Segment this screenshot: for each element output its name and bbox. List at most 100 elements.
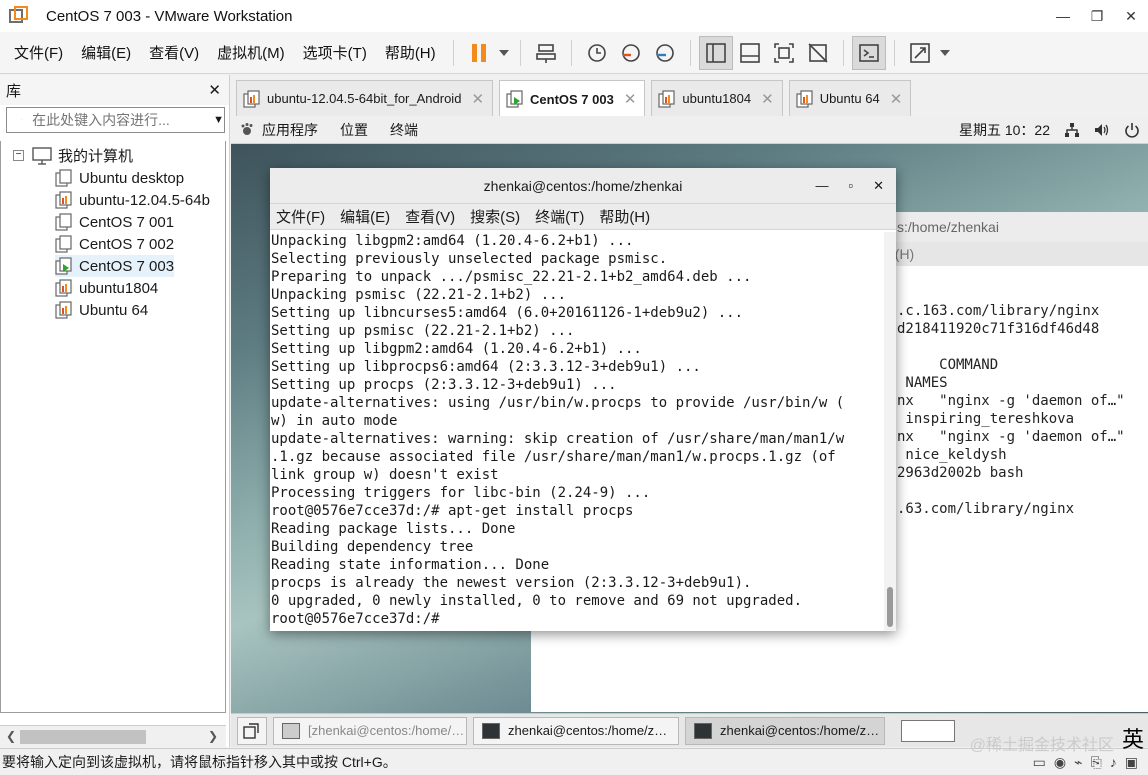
terminal-app-icon [482, 722, 500, 739]
vm-tab[interactable]: ubuntu-12.04.5-64bit_for_Android ✕ [236, 80, 494, 116]
background-terminal-line [897, 284, 1125, 302]
revert-snapshot-button[interactable] [614, 36, 648, 70]
gnome-places-menu[interactable]: 位置 [340, 120, 368, 140]
terminal-menu-file[interactable]: 文件(F) [276, 206, 325, 227]
terminal-menu-terminal[interactable]: 终端(T) [535, 206, 584, 227]
tree-item-label: Ubuntu 64 [79, 301, 149, 319]
ime-indicator[interactable]: 英 [1122, 722, 1144, 754]
scroll-thumb[interactable] [20, 730, 146, 744]
background-terminal-line: nx "nginx -g 'daemon of…" [897, 393, 1125, 409]
show-desktop-button[interactable] [237, 716, 267, 745]
tab-close-icon[interactable]: ✕ [471, 90, 484, 108]
menu-vm[interactable]: 虚拟机(M) [208, 42, 294, 63]
tab-close-icon[interactable]: ✕ [624, 90, 637, 108]
terminal-line: update-alternatives: warning: skip creat… [271, 431, 845, 447]
cd-icon[interactable]: ◉ [1054, 754, 1066, 771]
vm-tab[interactable]: ubuntu1804 ✕ [651, 80, 783, 116]
vm-tab[interactable]: CentOS 7 003 ✕ [499, 80, 646, 117]
title-bar: CentOS 7 003 - VMware Workstation — ❐ ✕ [0, 0, 1148, 32]
vm-icon [55, 279, 72, 297]
tree-item-vm[interactable]: CentOS 7 001 [55, 211, 174, 233]
tree-item-vm[interactable]: CentOS 7 003 [55, 255, 175, 277]
menu-file[interactable]: 文件(F) [0, 42, 72, 63]
network-icon [535, 43, 556, 63]
taskbar-window-button[interactable]: zhenkai@centos:/home/z… [685, 716, 885, 745]
gnome-clock[interactable]: 星期五 10：22 [959, 120, 1050, 140]
vm-tab[interactable]: Ubuntu 64 ✕ [788, 80, 912, 116]
vm-tree: − 我的计算机 Ubuntu desktop ubuntu-12.04.5-64b… [0, 141, 226, 713]
snapshot-manager-icon [655, 43, 674, 62]
tree-item-vm[interactable]: CentOS 7 002 [55, 233, 174, 255]
background-terminal-output: .c.163.com/library/nginx d218411920c71f31… [897, 284, 1125, 518]
tab-close-icon[interactable]: ✕ [890, 90, 903, 108]
tree-root-my-computer[interactable]: − 我的计算机 [13, 145, 133, 166]
terminal-line: Setting up psmisc (22.21-2.1+b2) ... [271, 323, 575, 339]
vm-icon [55, 235, 72, 253]
terminal-line: root@0576e7cce37d:/# apt-get install pro… [271, 503, 634, 519]
menu-edit[interactable]: 编辑(E) [72, 42, 140, 63]
network-wired-icon[interactable] [1064, 122, 1080, 138]
terminal-menu-edit[interactable]: 编辑(E) [340, 206, 390, 227]
taskbar-window-button[interactable]: zhenkai@centos:/home/z… [473, 716, 679, 745]
terminal-scroll-thumb[interactable] [887, 587, 893, 627]
terminal-output[interactable]: Unpacking libgpm2:amd64 (1.20.4-6.2+b1) … [270, 232, 884, 631]
terminal-maximize-button[interactable]: ▫ [848, 178, 853, 194]
workspace-switcher[interactable] [901, 719, 955, 742]
minimize-button[interactable]: — [1046, 0, 1080, 32]
terminal-window[interactable]: zhenkai@centos:/home/zhenkai — ▫ ✕ 文件(F)… [270, 168, 896, 631]
maximize-button[interactable]: ❐ [1080, 0, 1114, 32]
vm-display[interactable]: 应用程序 位置 终端 星期五 10：22 s:/home/zhenkai h(H… [231, 116, 1148, 713]
hdd-icon[interactable]: ▭ [1033, 754, 1046, 771]
tree-item-vm[interactable]: Ubuntu desktop [55, 167, 184, 189]
terminal-line: link group w) doesn't exist [271, 467, 499, 483]
stretch-button[interactable] [903, 36, 937, 70]
terminal-close-button[interactable]: ✕ [873, 178, 884, 194]
send-ctrl-alt-del-button[interactable] [529, 36, 563, 70]
collapse-icon[interactable]: − [13, 150, 24, 161]
taskbar-window-button[interactable]: [zhenkai@centos:/home/… [273, 716, 467, 745]
network-adapter-icon[interactable]: ⎘ [1091, 754, 1102, 771]
menu-view[interactable]: 查看(V) [140, 42, 208, 63]
close-button[interactable]: ✕ [1114, 0, 1148, 32]
power-dropdown-icon[interactable] [496, 36, 512, 70]
fullscreen-button[interactable] [767, 36, 801, 70]
tree-item-vm[interactable]: Ubuntu 64 [55, 299, 148, 321]
display-icon[interactable]: ▣ [1125, 754, 1138, 771]
sound-card-icon[interactable]: ♪ [1110, 754, 1117, 771]
snapshot-manager-button[interactable] [648, 36, 682, 70]
terminal-line: update-alternatives: using /usr/bin/w.pr… [271, 395, 845, 411]
scroll-right-icon[interactable]: ❯ [208, 729, 218, 743]
console-view-button[interactable] [851, 35, 886, 70]
terminal-minimize-button[interactable]: — [815, 178, 828, 194]
scroll-left-icon[interactable]: ❮ [6, 729, 16, 743]
usb-icon[interactable]: ⌁ [1074, 754, 1082, 771]
library-search-input[interactable] [32, 112, 214, 128]
gnome-applications-menu[interactable]: 应用程序 [262, 120, 318, 140]
snapshot-button[interactable] [580, 36, 614, 70]
stretch-dropdown-icon[interactable] [937, 36, 953, 70]
tree-item-vm[interactable]: ubuntu1804 [55, 277, 158, 299]
terminal-menu-view[interactable]: 查看(V) [405, 206, 455, 227]
show-library-button[interactable] [698, 35, 733, 70]
vm-icon [55, 213, 72, 231]
tab-close-icon[interactable]: ✕ [761, 90, 774, 108]
tree-item-label: ubuntu-12.04.5-64b [79, 191, 210, 209]
search-dropdown-icon[interactable]: ▼ [213, 114, 224, 126]
library-close-icon[interactable]: ✕ [208, 81, 221, 99]
library-search[interactable]: ▼ [6, 107, 225, 133]
power-icon[interactable] [1124, 122, 1140, 138]
thumbnail-bar-button[interactable] [733, 36, 767, 70]
terminal-scrollbar[interactable] [884, 232, 896, 631]
gnome-terminal-menu[interactable]: 终端 [390, 120, 418, 140]
tree-item-vm[interactable]: ubuntu-12.04.5-64b [55, 189, 210, 211]
menu-tabs[interactable]: 选项卡(T) [294, 42, 376, 63]
unity-button[interactable] [801, 36, 835, 70]
menu-help[interactable]: 帮助(H) [376, 42, 445, 63]
volume-icon[interactable] [1094, 122, 1110, 138]
library-hscrollbar[interactable]: ❮ ❯ [0, 725, 226, 747]
terminal-menu-search[interactable]: 搜索(S) [470, 206, 520, 227]
pause-button[interactable] [462, 36, 496, 70]
terminal-titlebar: zhenkai@centos:/home/zhenkai — ▫ ✕ [270, 168, 896, 204]
terminal-line: procps is already the newest version (2:… [271, 575, 752, 591]
terminal-menu-help[interactable]: 帮助(H) [599, 206, 650, 227]
